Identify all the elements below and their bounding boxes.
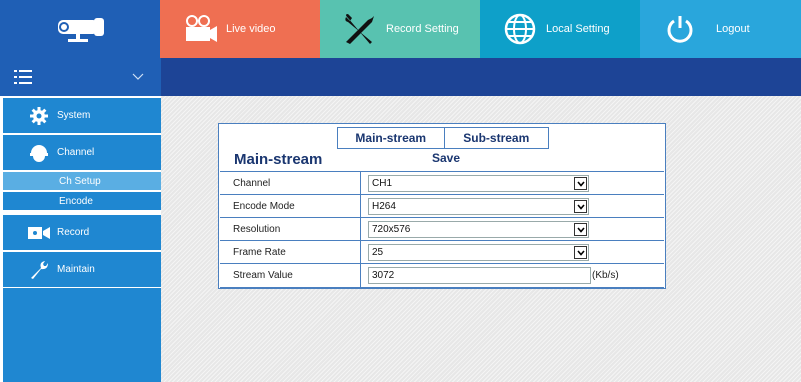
tab-label: Local Setting	[546, 23, 610, 35]
sidebar-subitem-encode[interactable]: Encode	[3, 192, 161, 210]
save-button[interactable]: Save	[432, 151, 460, 165]
power-icon	[658, 7, 702, 51]
sidebar-subitem-label: Encode	[59, 195, 93, 207]
header-subbar	[160, 58, 801, 96]
tab-live-video[interactable]: Live video	[160, 0, 320, 58]
select-value: 25	[372, 247, 384, 258]
sidebar-item-label: Channel	[57, 147, 95, 158]
resolution-select[interactable]: 720x576	[368, 221, 589, 238]
sidebar-item-label: Record	[57, 227, 90, 238]
sidebar-item-label: System	[57, 110, 91, 121]
dome-camera-icon	[25, 143, 53, 163]
tab-local-setting[interactable]: Local Setting	[480, 0, 640, 58]
select-value: CH1	[372, 178, 393, 189]
gear-icon	[25, 106, 53, 125]
list-menu-icon	[14, 70, 32, 84]
field-label: Encode Mode	[233, 201, 295, 212]
field-label: Frame Rate	[233, 247, 286, 258]
divider	[360, 264, 361, 287]
tab-record-setting[interactable]: Record Setting	[320, 0, 480, 58]
stream-value-input[interactable]: 3072	[368, 267, 591, 284]
sidebar-item-system[interactable]: System	[3, 98, 161, 133]
section-title: Main-stream	[234, 151, 323, 168]
tab-label: Live video	[226, 23, 276, 35]
tab-label: Logout	[716, 23, 750, 35]
sidebar-subitem-ch-setup[interactable]: Ch Setup	[3, 172, 161, 190]
input-value: 3072	[372, 270, 395, 281]
sidebar-item-maintain[interactable]: Maintain	[3, 252, 161, 287]
video-camera-icon	[25, 226, 53, 240]
wrench-icon	[25, 260, 53, 280]
field-row-encode-mode: Encode Mode H264	[220, 194, 664, 218]
globe-icon	[498, 7, 542, 51]
unit-label: (Kb/s)	[592, 270, 619, 281]
divider	[360, 218, 361, 241]
tab-main-stream[interactable]: Main-stream	[338, 128, 445, 148]
channel-select[interactable]: CH1	[368, 175, 589, 192]
divider	[360, 172, 361, 195]
field-row-stream-value: Stream Value 3072 (Kb/s)	[220, 263, 664, 288]
field-label: Channel	[233, 178, 271, 189]
field-label: Resolution	[233, 224, 281, 235]
field-row-frame-rate: Frame Rate 25	[220, 240, 664, 264]
field-label: Stream Value	[233, 270, 293, 281]
field-row-channel: Channel CH1	[220, 171, 664, 195]
divider	[360, 241, 361, 264]
sidebar-item-channel[interactable]: Channel	[3, 135, 161, 170]
bullet-camera-icon	[58, 18, 104, 42]
sidebar-item-label: Maintain	[57, 264, 95, 275]
menu-toggle[interactable]	[0, 58, 161, 96]
sidebar-item-record[interactable]: Record	[3, 215, 161, 250]
field-row-resolution: Resolution 720x576	[220, 217, 664, 241]
camera-icon	[178, 7, 222, 51]
sidebar-empty-area	[3, 288, 161, 382]
select-value: H264	[372, 201, 396, 212]
chevron-down-icon	[574, 177, 587, 190]
sidebar-subitem-label: Ch Setup	[59, 175, 101, 187]
frame-rate-select[interactable]: 25	[368, 244, 589, 261]
tab-sub-stream[interactable]: Sub-stream	[445, 128, 549, 148]
chevron-down-icon	[574, 223, 587, 236]
encode-mode-select[interactable]: H264	[368, 198, 589, 215]
logo	[0, 0, 160, 58]
select-value: 720x576	[372, 224, 411, 235]
chevron-down-icon	[132, 73, 144, 80]
tools-icon	[338, 7, 382, 51]
chevron-down-icon	[574, 200, 587, 213]
stream-tabs: Main-stream Sub-stream	[337, 127, 549, 149]
tab-label: Record Setting	[386, 23, 459, 35]
divider	[360, 195, 361, 218]
tab-logout[interactable]: Logout	[640, 0, 801, 58]
chevron-down-icon	[574, 246, 587, 259]
